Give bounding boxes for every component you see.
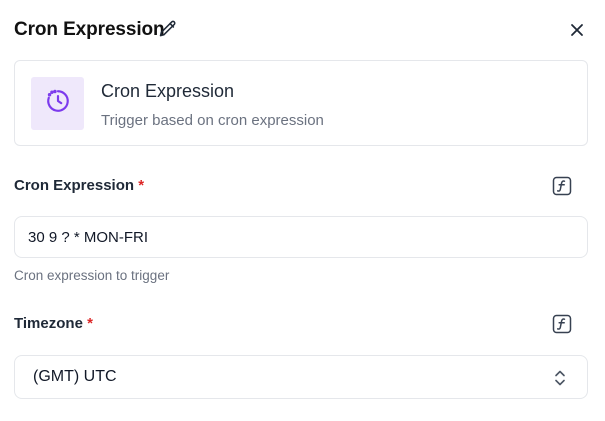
timezone-selected-value: (GMT) UTC	[33, 368, 117, 385]
pencil-icon[interactable]	[158, 19, 178, 39]
function-icon[interactable]	[552, 314, 572, 334]
timezone-label-text: Timezone	[14, 315, 83, 332]
timezone-label: Timezone *	[14, 315, 93, 332]
cron-expression-label-text: Cron Expression	[14, 177, 135, 194]
cron-expression-label: Cron Expression *	[14, 177, 144, 194]
function-icon[interactable]	[552, 176, 572, 196]
cron-expression-input[interactable]	[14, 216, 588, 258]
panel-title: Cron Expression	[14, 19, 165, 40]
trigger-card-subtitle: Trigger based on cron expression	[101, 112, 324, 129]
trigger-card-title: Cron Expression	[101, 81, 235, 101]
cron-expression-helper: Cron expression to trigger	[14, 268, 170, 283]
clock-timer-icon	[45, 88, 71, 119]
chevron-up-down-icon	[553, 369, 567, 387]
required-marker: *	[87, 315, 93, 332]
trigger-icon-box	[31, 77, 84, 130]
close-icon[interactable]	[565, 18, 589, 42]
required-marker: *	[138, 177, 145, 194]
timezone-select[interactable]: (GMT) UTC	[14, 355, 588, 399]
panel-header: Cron Expression	[14, 16, 591, 46]
trigger-card: Cron Expression Trigger based on cron ex…	[14, 60, 588, 146]
